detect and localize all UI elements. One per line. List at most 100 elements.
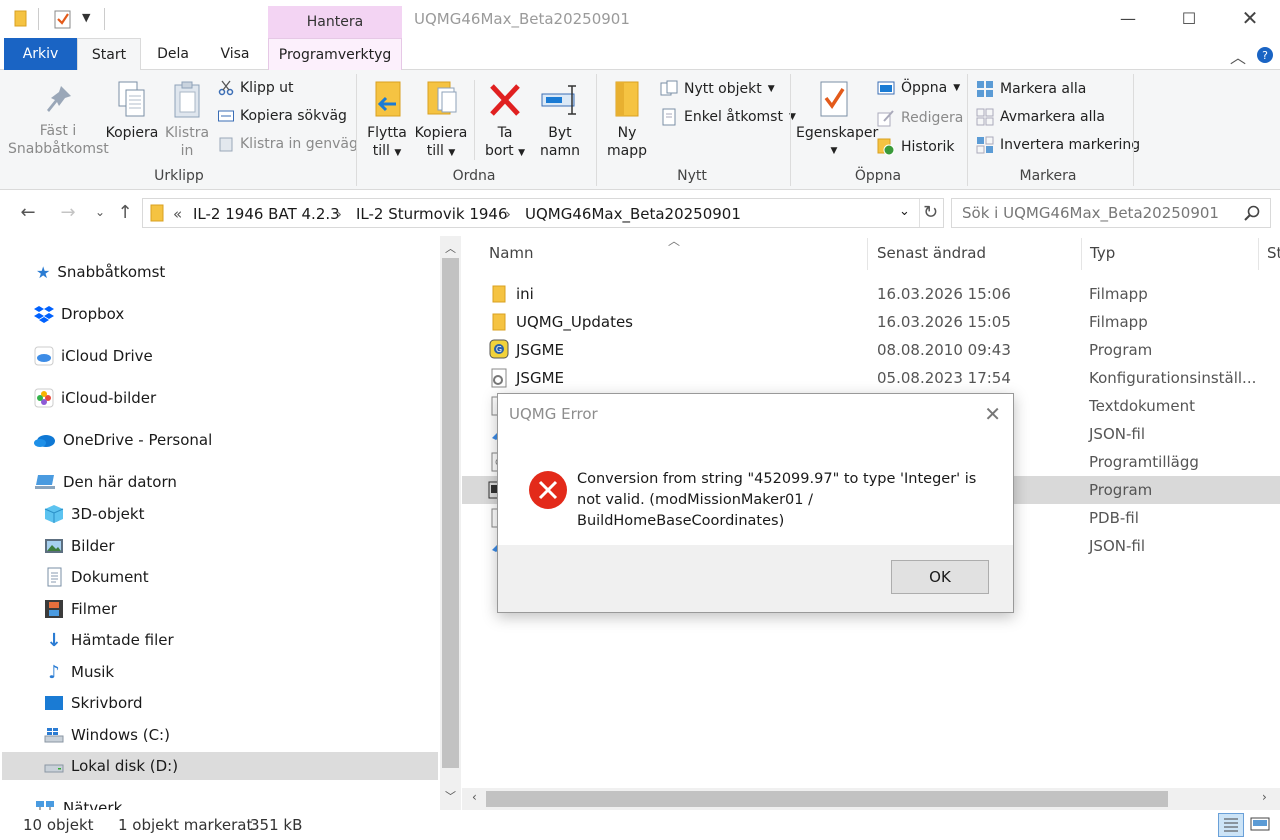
refresh-icon[interactable]: ↻	[923, 202, 938, 223]
breadcrumb-item[interactable]: IL-2 1946 BAT 4.2.3	[193, 205, 340, 223]
minimize-icon[interactable]: —	[1105, 0, 1151, 36]
new-folder-button[interactable]: Ny mapp	[602, 80, 652, 160]
recent-locations-chevron-icon[interactable]: ⌄	[88, 200, 112, 224]
properties-qat-icon[interactable]	[54, 9, 72, 29]
scrollbar-thumb[interactable]	[486, 791, 1168, 807]
dialog-close-icon[interactable]: ✕	[984, 402, 1001, 426]
window-title: UQMG46Max_Beta20250901	[414, 10, 630, 28]
ok-button[interactable]: OK	[891, 560, 989, 594]
scroll-right-icon[interactable]: ›	[1262, 790, 1267, 804]
table-row[interactable]: G JSGME 08.08.2010 09:43 Program	[462, 336, 1280, 364]
new-item-button[interactable]: Nytt objekt ▼	[660, 80, 775, 98]
pictures-icon	[45, 539, 63, 553]
column-header-size[interactable]: St	[1267, 244, 1280, 262]
breadcrumb-item[interactable]: IL-2 Sturmovik 1946	[356, 205, 508, 223]
help-icon[interactable]: ?	[1256, 46, 1274, 64]
paste-shortcut-button[interactable]: Klistra in genväg	[218, 136, 358, 152]
close-icon[interactable]: ✕	[1227, 0, 1273, 36]
column-separator[interactable]	[1258, 238, 1259, 270]
scroll-down-icon[interactable]: ﹀	[445, 788, 456, 804]
easy-access-button[interactable]: Enkel åtkomst ▼	[660, 108, 796, 126]
nav-item-documents[interactable]: Dokument	[44, 563, 149, 591]
up-arrow-icon[interactable]: ↑	[113, 200, 137, 224]
tab-dela[interactable]: Dela	[146, 38, 200, 70]
select-all-button[interactable]: Markera alla	[976, 80, 1086, 98]
cube-icon	[44, 505, 64, 523]
nav-item-icloud-photos[interactable]: iCloud-bilder	[34, 384, 156, 412]
scroll-up-icon[interactable]: ︿	[445, 240, 456, 256]
copy-to-button[interactable]: Kopiera till ▼	[414, 80, 468, 162]
tab-start[interactable]: Start	[77, 38, 141, 71]
new-item-icon	[660, 80, 678, 96]
file-date: 16.03.2026 15:05	[877, 313, 1011, 331]
collapse-ribbon-icon[interactable]: ︿	[1230, 44, 1246, 68]
edit-label: Redigera	[901, 110, 964, 126]
tab-arkiv[interactable]: Arkiv	[4, 38, 77, 70]
qat-dropdown-icon[interactable]: ▼	[82, 11, 90, 24]
scrollbar-thumb[interactable]	[442, 258, 459, 768]
column-header-modified[interactable]: Senast ändrad	[877, 244, 986, 262]
select-none-button[interactable]: Avmarkera alla	[976, 108, 1105, 126]
invert-selection-button[interactable]: Invertera markering	[976, 136, 1140, 154]
breadcrumb-separator-icon[interactable]: ›	[336, 205, 342, 223]
nav-label: Den här datorn	[63, 473, 177, 491]
tab-visa[interactable]: Visa	[208, 38, 262, 70]
column-separator[interactable]	[867, 238, 868, 270]
maximize-icon[interactable]: ☐	[1166, 0, 1212, 36]
copy-button[interactable]: Kopiera	[104, 80, 160, 142]
nav-item-desktop[interactable]: Skrivbord	[44, 689, 143, 717]
open-button[interactable]: Öppna ▼	[877, 80, 960, 96]
nav-item-onedrive[interactable]: OneDrive - Personal	[34, 426, 212, 454]
desktop-icon	[45, 696, 63, 710]
delete-button[interactable]: Ta bort ▼	[480, 80, 530, 162]
breadcrumb-item[interactable]: UQMG46Max_Beta20250901	[525, 205, 741, 223]
move-to-button[interactable]: Flytta till ▼	[362, 80, 412, 162]
column-header-name[interactable]: Namn	[489, 244, 534, 262]
cut-button[interactable]: Klipp ut	[218, 80, 294, 96]
dropdown-arrow-icon: ▼	[830, 146, 838, 156]
history-button[interactable]: Historik	[877, 138, 955, 156]
nav-item-network[interactable]: Nätverk	[34, 794, 122, 810]
navigation-pane-scrollbar[interactable]: ︿ ﹀	[440, 236, 461, 810]
nav-item-music[interactable]: ♪ Musik	[44, 658, 114, 686]
scroll-left-icon[interactable]: ‹	[472, 790, 477, 804]
search-icon[interactable]	[1244, 205, 1260, 221]
edit-button[interactable]: Redigera	[877, 109, 963, 127]
download-arrow-icon: ↓	[46, 629, 62, 651]
table-row[interactable]: UQMG_Updates 16.03.2026 15:05 Filmapp	[462, 308, 1280, 336]
table-row[interactable]: JSGME 05.08.2023 17:54 Konfigurationsins…	[462, 364, 1280, 392]
rename-button[interactable]: Byt namn	[534, 80, 586, 160]
details-view-icon[interactable]	[1218, 813, 1244, 837]
back-arrow-icon[interactable]: ←	[16, 200, 40, 224]
address-dropdown-icon[interactable]: ⌄	[899, 204, 910, 219]
nav-item-quick-access[interactable]: ★ Snabbåtkomst	[36, 258, 165, 286]
nav-item-this-pc[interactable]: Den här datorn	[34, 468, 177, 496]
breadcrumb-overflow[interactable]: «	[173, 205, 182, 223]
forward-arrow-icon[interactable]: →	[56, 200, 80, 224]
paste-button[interactable]: Klistra in	[162, 80, 212, 160]
column-header-type[interactable]: Typ	[1090, 244, 1115, 262]
context-tab-hantera[interactable]: Hantera	[268, 6, 402, 38]
nav-item-drive-d[interactable]: Lokal disk (D:)	[2, 752, 438, 780]
large-icons-view-icon[interactable]	[1248, 813, 1274, 837]
address-bar[interactable]: « IL-2 1946 BAT 4.2.3 › IL-2 Sturmovik 1…	[142, 198, 944, 228]
nav-item-3d-objects[interactable]: 3D-objekt	[44, 500, 144, 528]
breadcrumb-separator-icon[interactable]: ›	[505, 205, 511, 223]
nav-item-videos[interactable]: Filmer	[44, 595, 117, 623]
nav-item-drive-c[interactable]: Windows (C:)	[44, 721, 170, 749]
nav-item-downloads[interactable]: ↓ Hämtade filer	[44, 626, 173, 654]
properties-button[interactable]: Egenskaper ▼	[796, 80, 878, 160]
nav-item-icloud-drive[interactable]: iCloud Drive	[34, 342, 153, 370]
nav-item-pictures[interactable]: Bilder	[44, 532, 115, 560]
table-row[interactable]: ini 16.03.2026 15:06 Filmapp	[462, 280, 1280, 308]
copy-path-button[interactable]: Kopiera sökväg	[218, 108, 347, 124]
star-icon: ★	[36, 262, 51, 282]
pin-quick-access-button[interactable]: Fäst i Snabbåtkomst	[8, 84, 109, 158]
file-type: Program	[1089, 341, 1153, 359]
column-separator[interactable]	[1081, 238, 1082, 270]
dropdown-arrow-icon: ▼	[518, 148, 526, 158]
nav-item-dropbox[interactable]: Dropbox	[34, 300, 124, 328]
tab-programverktyg[interactable]: Programverktyg	[268, 38, 402, 70]
search-box[interactable]: Sök i UQMG46Max_Beta20250901	[951, 198, 1271, 228]
file-list-horizontal-scrollbar[interactable]: ‹ ›	[462, 788, 1280, 810]
